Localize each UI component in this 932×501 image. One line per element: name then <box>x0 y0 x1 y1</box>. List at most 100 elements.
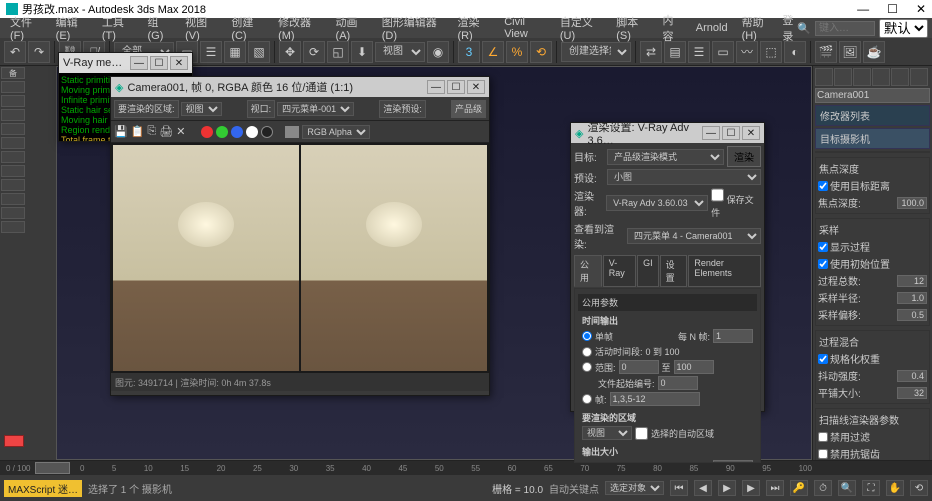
tab-common[interactable]: 公用 <box>574 255 602 287</box>
tool-b[interactable] <box>1 95 25 107</box>
tool-c[interactable] <box>1 109 25 121</box>
grid-label[interactable]: 栅格 = 10.0 <box>492 481 543 496</box>
rotate-button[interactable]: ⟳ <box>303 41 325 63</box>
goto-start-button[interactable]: ⏮ <box>670 480 688 496</box>
workspace-dropdown[interactable]: 默认 <box>879 19 928 38</box>
spinner-snap-button[interactable]: ⟲ <box>530 41 552 63</box>
timeline[interactable]: 0 / 100 05101520253035404550556065707580… <box>0 461 932 475</box>
mirror-button[interactable]: ⇄ <box>640 41 662 63</box>
menu-graph[interactable]: 图形编辑器(D) <box>376 12 450 44</box>
modifier-item[interactable]: 目标摄影机 <box>815 128 930 149</box>
timeline-slider[interactable] <box>35 462 70 474</box>
chk-disable-aa[interactable] <box>818 449 828 459</box>
tool-h[interactable] <box>1 179 25 191</box>
material-editor-button[interactable]: ◐ <box>784 41 806 63</box>
rsetup-render-button[interactable]: 渲染 <box>727 146 761 167</box>
window-crossing-button[interactable]: ▧ <box>248 41 270 63</box>
named-selection-dropdown[interactable]: 创建选择集 <box>561 42 631 62</box>
layer-button[interactable]: ☰ <box>688 41 710 63</box>
snap-3d-button[interactable]: 3 <box>458 41 480 63</box>
time-config-button[interactable]: ⏱ <box>814 480 832 496</box>
menu-create[interactable]: 创建(C) <box>225 12 270 44</box>
chk-show-process[interactable] <box>818 242 828 252</box>
zoom-button[interactable]: 🔍 <box>838 480 856 496</box>
chk-normalize[interactable] <box>818 354 828 364</box>
radio-single[interactable] <box>582 331 592 341</box>
pivot-button[interactable]: ◉ <box>427 41 449 63</box>
spinner-range-to[interactable] <box>674 360 714 374</box>
panel-tab-utilities[interactable] <box>910 68 928 86</box>
spinner-aperture[interactable] <box>713 460 753 463</box>
place-button[interactable]: ⬇ <box>351 41 373 63</box>
radio-range[interactable] <box>582 362 592 372</box>
input-frames[interactable] <box>610 392 700 406</box>
panel-tab-create[interactable] <box>815 68 833 86</box>
radio-active[interactable] <box>582 347 592 357</box>
chk-save-file[interactable] <box>711 187 724 203</box>
spinner-passes[interactable]: 12 <box>897 275 927 287</box>
zoom-all-button[interactable]: ⛶ <box>862 480 880 496</box>
undo-button[interactable]: ↶ <box>4 41 26 63</box>
ribbon-button[interactable]: ▭ <box>712 41 734 63</box>
rfw-swatch[interactable] <box>285 126 299 138</box>
tab-gi[interactable]: GI <box>637 255 659 287</box>
modifier-list-header[interactable]: 修改器列表 <box>815 105 930 126</box>
render-frame-button[interactable]: 🖼 <box>839 41 861 63</box>
menu-group[interactable]: 组(G) <box>142 12 178 44</box>
chk-use-init[interactable] <box>818 259 828 269</box>
rfw-save-icon[interactable]: 💾 <box>114 125 128 138</box>
percent-snap-button[interactable]: % <box>506 41 528 63</box>
rfw-copy-icon[interactable]: 📋 <box>131 125 145 138</box>
rsetup-preset-dropdown[interactable]: 小图 <box>607 169 761 185</box>
vray-msg-close[interactable]: ✕ <box>170 56 188 70</box>
tool-backup[interactable]: 备 <box>1 67 25 79</box>
menu-search-input[interactable] <box>815 21 875 36</box>
rfw-channel-mono[interactable] <box>261 126 273 138</box>
chk-disable-filter[interactable] <box>818 432 828 442</box>
object-name-field[interactable] <box>815 88 930 103</box>
rsetup-min[interactable]: — <box>702 126 720 140</box>
vray-msg-min[interactable]: — <box>130 56 148 70</box>
tab-vray[interactable]: V-Ray <box>603 255 636 287</box>
key-mode-button[interactable]: 🔑 <box>790 480 808 496</box>
panel-tab-hierarchy[interactable] <box>853 68 871 86</box>
curve-editor-button[interactable]: 〰 <box>736 41 758 63</box>
rfw-channel-red[interactable] <box>201 126 213 138</box>
panel-tab-motion[interactable] <box>872 68 890 86</box>
radio-frames[interactable] <box>582 394 592 404</box>
tool-f[interactable] <box>1 151 25 163</box>
rfw-channel-blue[interactable] <box>231 126 243 138</box>
rfw-clone-icon[interactable]: ⎘ <box>147 125 156 138</box>
angle-snap-button[interactable]: ∠ <box>482 41 504 63</box>
next-frame-button[interactable]: ▶ <box>742 480 760 496</box>
rsetup-target-dropdown[interactable]: 产品级渲染模式 <box>607 149 724 165</box>
vray-msg-max[interactable]: ☐ <box>150 56 168 70</box>
chk-auto-region[interactable] <box>635 427 648 440</box>
rfw-min[interactable]: — <box>427 80 445 94</box>
scale-button[interactable]: ◱ <box>327 41 349 63</box>
tool-d[interactable] <box>1 123 25 135</box>
key-target-dropdown[interactable]: 选定对象 <box>605 481 664 495</box>
panel-tab-display[interactable] <box>891 68 909 86</box>
spinner-every-n[interactable] <box>713 329 753 343</box>
menu-help[interactable]: 帮助(H) <box>736 12 781 44</box>
menu-script[interactable]: 脚本(S) <box>610 12 654 44</box>
menu-tools[interactable]: 工具(T) <box>96 12 140 44</box>
rfw-close[interactable]: ✕ <box>467 80 485 94</box>
tab-render-elements[interactable]: Render Elements <box>688 255 761 287</box>
move-button[interactable]: ✥ <box>279 41 301 63</box>
select-name-button[interactable]: ☰ <box>200 41 222 63</box>
timeline-play-toggle[interactable] <box>4 435 24 447</box>
spinner-bias[interactable]: 0.5 <box>897 309 927 321</box>
pan-button[interactable]: ✋ <box>886 480 904 496</box>
rfw-render-view[interactable] <box>111 143 489 373</box>
menu-view[interactable]: 视图(V) <box>179 12 223 44</box>
tab-settings[interactable]: 设置 <box>660 255 688 287</box>
rfw-area-dropdown[interactable]: 视图 <box>181 102 222 116</box>
rsetup-view-dropdown[interactable]: 四元菜单 4 - Camera001 <box>627 228 761 244</box>
menu-modifier[interactable]: 修改器(M) <box>272 12 327 44</box>
rfw-render-button[interactable]: 产品级 <box>451 100 486 118</box>
tool-j[interactable] <box>1 207 25 219</box>
goto-end-button[interactable]: ⏭ <box>766 480 784 496</box>
render-button[interactable]: ☕ <box>863 41 885 63</box>
